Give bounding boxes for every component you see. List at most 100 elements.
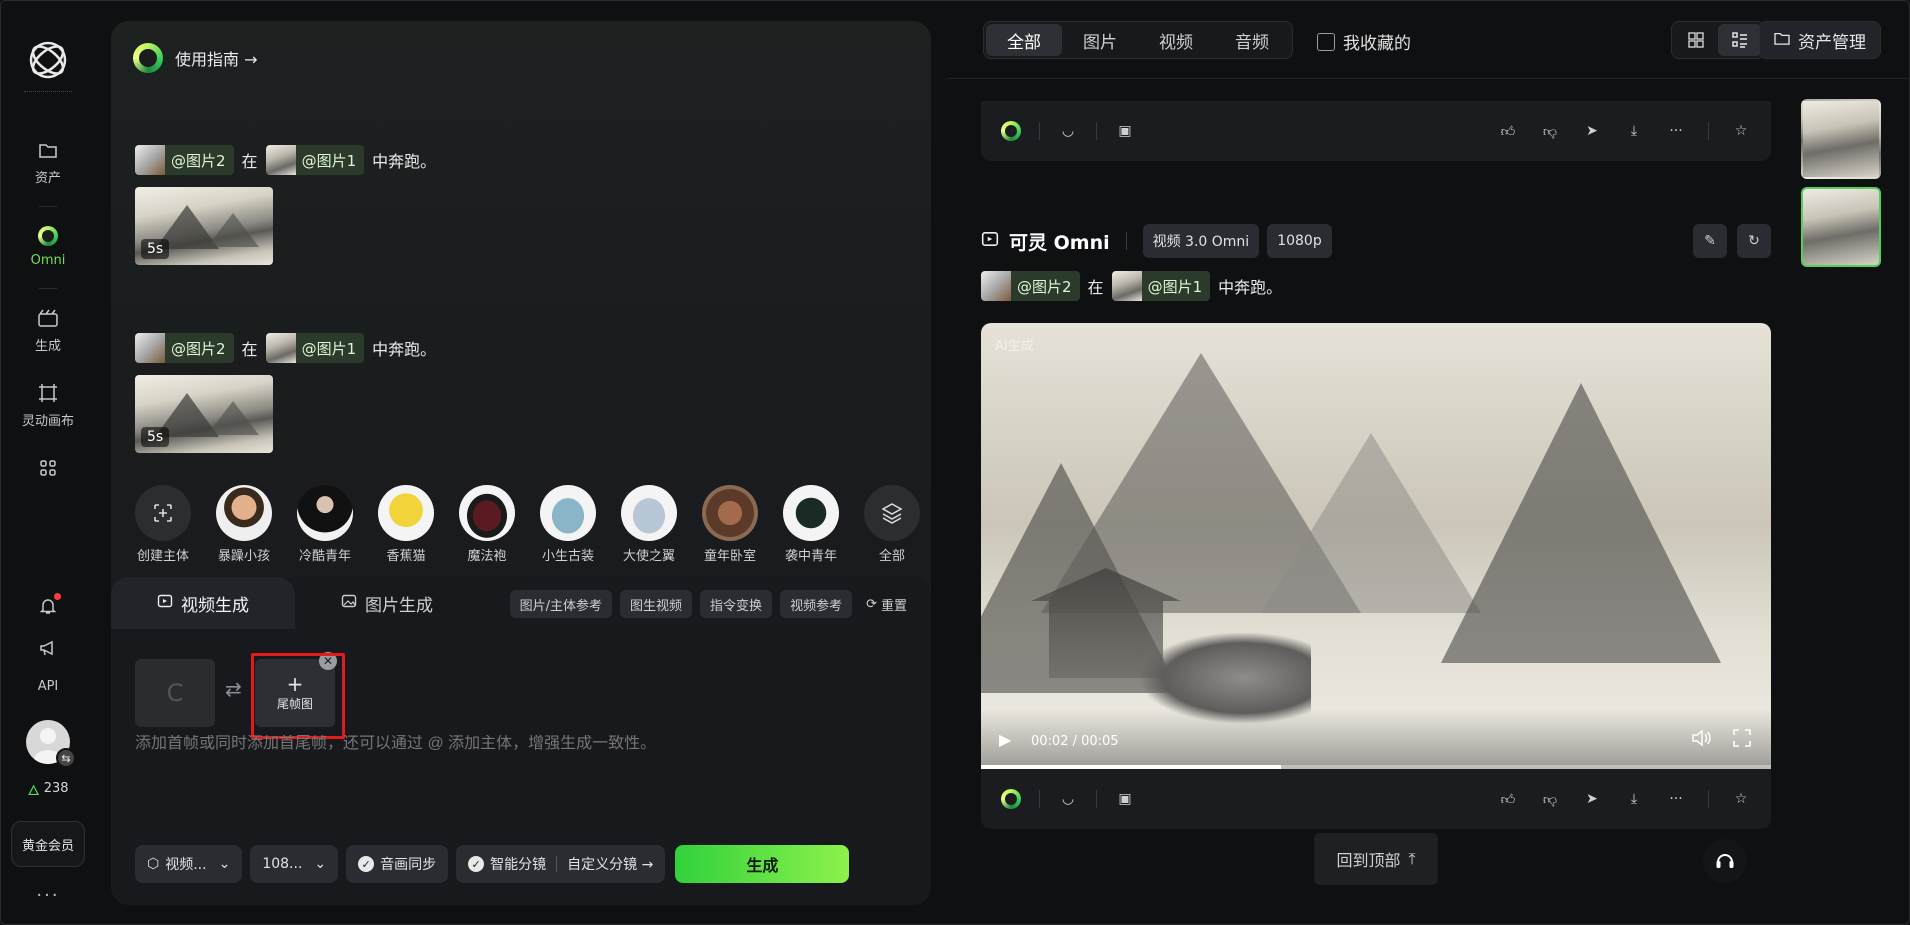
edit-button[interactable]: ✎ <box>1693 224 1727 258</box>
result-thumbnail-active[interactable] <box>1801 187 1881 267</box>
share-icon[interactable]: ➤ <box>1582 121 1602 141</box>
energy-icon: 🜂 <box>27 783 40 799</box>
more-menu[interactable]: ··· <box>36 885 59 906</box>
kling-logo[interactable] <box>25 37 71 83</box>
volume-icon[interactable] <box>1691 729 1711 751</box>
prompt-text: 在 <box>1087 278 1104 297</box>
share-icon[interactable]: ➤ <box>1582 789 1602 809</box>
star-icon[interactable]: ☆ <box>1731 789 1751 809</box>
prompt-input[interactable] <box>135 735 895 753</box>
announcement-button[interactable] <box>37 637 59 659</box>
list-view-button[interactable] <box>1718 24 1762 56</box>
close-icon[interactable]: ✕ <box>319 652 337 670</box>
subject-avatar <box>540 485 596 541</box>
tab-video-generation[interactable]: 视频生成 <box>111 577 295 629</box>
subject-item[interactable]: 小生古装 <box>540 485 596 564</box>
api-link[interactable]: API <box>38 679 59 694</box>
landscape-thumbnail <box>1111 271 1142 301</box>
notification-button[interactable] <box>37 593 61 617</box>
history-video-thumbnail[interactable]: 5s <box>135 187 273 265</box>
image-ref-chip[interactable]: @图片1 <box>265 333 365 363</box>
grid-view-button[interactable] <box>1674 24 1718 56</box>
api-label: API <box>37 679 59 694</box>
history-prompt[interactable]: @图片2 在 @图片1 中奔跑。 <box>135 333 436 363</box>
reset-button[interactable]: ⟳ 重置 <box>860 590 913 618</box>
mode-video-reference[interactable]: 视频参考 <box>780 590 853 618</box>
mode-image-to-video[interactable]: 图生视频 <box>620 590 693 618</box>
user-avatar[interactable]: ⇆ <box>26 720 76 768</box>
result-thumbnail[interactable] <box>1801 99 1881 179</box>
subject-all[interactable]: 全部 <box>864 485 920 564</box>
lip-sync-icon[interactable]: ◡ <box>1058 789 1078 809</box>
regenerate-button[interactable]: ↻ <box>1737 224 1771 258</box>
customer-support-button[interactable] <box>1703 839 1747 883</box>
image-ref-chip[interactable]: @图片2 <box>135 145 234 175</box>
video-edit-icon[interactable]: ▣ <box>1115 121 1135 141</box>
image-ref-chip[interactable]: @图片1 <box>1111 271 1211 301</box>
sidebar-item-label: 资产 <box>34 171 61 186</box>
last-frame-label: 尾帧图 <box>276 696 313 711</box>
tab-all[interactable]: 全部 <box>986 24 1062 56</box>
tab-audio[interactable]: 音频 <box>1214 24 1290 56</box>
smart-shot-toggle[interactable]: ✓ 智能分镜 自定义分镜 → <box>456 845 666 883</box>
thumbs-down-icon[interactable]: 👎︎ <box>1540 121 1560 141</box>
thumbs-down-icon[interactable]: 👎︎ <box>1540 789 1560 809</box>
generate-button[interactable]: 生成 <box>675 845 850 883</box>
mode-instruction-transform[interactable]: 指令变换 <box>700 590 773 618</box>
first-frame-upload[interactable]: C <box>135 659 215 727</box>
subject-create[interactable]: 创建主体 <box>135 485 191 564</box>
download-icon[interactable]: ⤓ <box>1624 121 1644 141</box>
history-video-thumbnail[interactable]: 5s <box>135 375 273 453</box>
image-ref-chip[interactable]: @图片1 <box>265 145 365 175</box>
sidebar-item-canvas[interactable]: 灵动画布 <box>22 382 74 429</box>
model-select[interactable]: ⬡ 视频... ⌄ <box>135 845 243 883</box>
asset-management-button[interactable]: 资产管理 <box>1759 21 1881 59</box>
more-icon[interactable]: ··· <box>1666 121 1686 141</box>
video-edit-icon[interactable]: ▣ <box>1115 789 1135 809</box>
thumbs-up-icon[interactable]: 👍︎ <box>1498 121 1518 141</box>
sidebar-item-more-apps[interactable] <box>37 457 59 479</box>
play-icon[interactable]: ▶ <box>999 730 1011 749</box>
thumbs-up-icon[interactable]: 👍︎ <box>1498 789 1518 809</box>
download-icon[interactable]: ⤓ <box>1624 789 1644 809</box>
tab-videos[interactable]: 视频 <box>1138 24 1214 56</box>
sidebar-item-omni[interactable]: Omni <box>31 225 65 268</box>
result-prompt[interactable]: @图片2 在 @图片1 中奔跑。 <box>981 271 1282 301</box>
guide-link[interactable]: 使用指南 → <box>133 43 258 73</box>
switch-account-icon[interactable]: ⇆ <box>56 748 76 768</box>
video-player[interactable]: AI生成 ▶ 00:02 / 00:05 <box>981 323 1771 769</box>
subject-item[interactable]: 大使之翼 <box>621 485 677 564</box>
credits-display[interactable]: 🜂 238 <box>27 774 68 803</box>
subject-item[interactable]: 袭中青年 <box>783 485 839 564</box>
custom-shot-link[interactable]: 自定义分镜 → <box>567 854 653 874</box>
swap-frames-icon[interactable]: ⇄ <box>225 677 242 701</box>
subject-item[interactable]: 香蕉猫 <box>378 485 434 564</box>
subject-item[interactable]: 暴躁小孩 <box>216 485 272 564</box>
history-prompt[interactable]: @图片2 在 @图片1 中奔跑。 <box>135 145 436 175</box>
filter-tabs: 全部 图片 视频 音频 <box>983 21 1293 59</box>
lip-sync-icon[interactable]: ◡ <box>1058 121 1078 141</box>
model-tag: 视频 3.0 Omni <box>1142 224 1260 258</box>
subject-item[interactable]: 魔法袍 <box>459 485 515 564</box>
star-icon[interactable]: ☆ <box>1731 121 1751 141</box>
audio-sync-toggle[interactable]: ✓ 音画同步 <box>346 845 449 883</box>
fullscreen-icon[interactable] <box>1733 729 1751 751</box>
tab-image-generation[interactable]: 图片生成 <box>295 577 479 629</box>
more-icon[interactable]: ··· <box>1666 789 1686 809</box>
subject-item[interactable]: 冷酷青年 <box>297 485 353 564</box>
vip-membership-button[interactable]: 黄金会员 <box>11 821 85 867</box>
prompt-text: 在 <box>241 152 258 171</box>
image-ref-chip[interactable]: @图片2 <box>981 271 1080 301</box>
favorites-checkbox[interactable]: 我收藏的 <box>1317 29 1411 54</box>
sidebar-item-assets[interactable]: 资产 <box>35 139 61 186</box>
tab-images[interactable]: 图片 <box>1062 24 1138 56</box>
logo-divider <box>24 91 72 99</box>
back-to-top-button[interactable]: 回到顶部 ⤒ <box>1314 833 1438 885</box>
mode-image-subject-ref[interactable]: 图片/主体参考 <box>509 590 613 618</box>
resolution-select[interactable]: 108... ⌄ <box>250 845 339 883</box>
image-ref-chip[interactable]: @图片2 <box>135 333 234 363</box>
sidebar-item-generate[interactable]: 生成 <box>35 307 61 354</box>
last-frame-upload[interactable]: + 尾帧图 <box>255 659 335 727</box>
subject-item[interactable]: 童年卧室 <box>702 485 758 564</box>
landscape-thumbnail <box>265 145 296 175</box>
